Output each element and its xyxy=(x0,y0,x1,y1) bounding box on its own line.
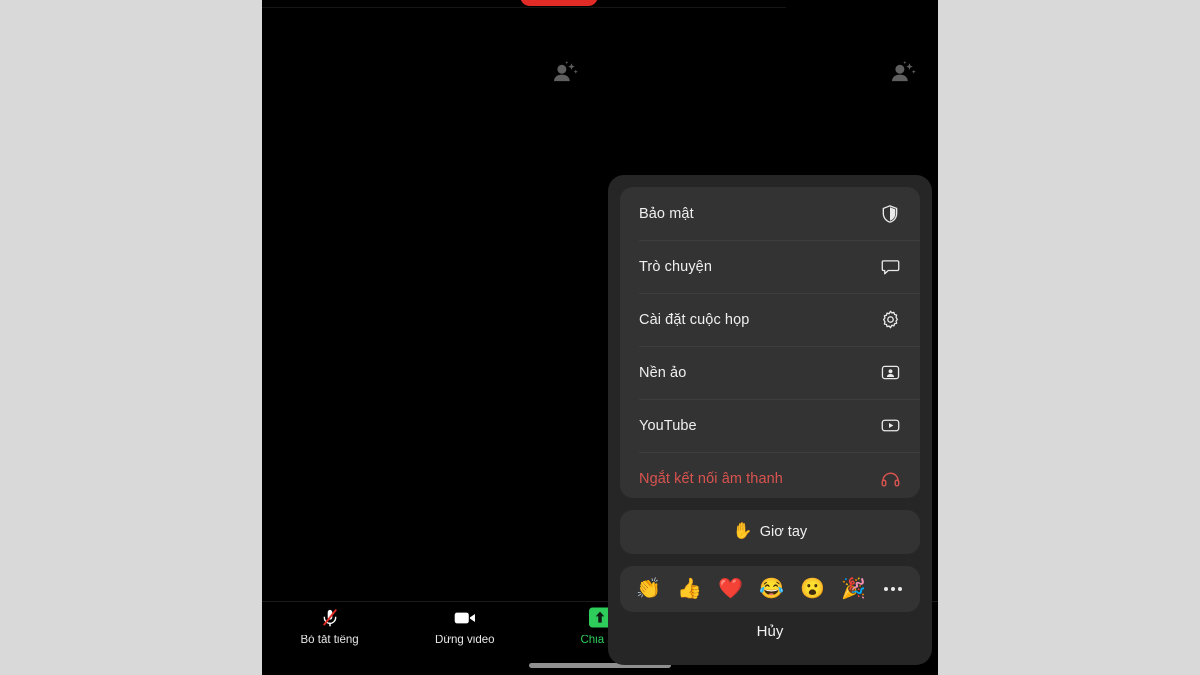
toolbar-item-unmute[interactable]: Bỏ tắt tiếng xyxy=(282,606,378,647)
menu-item-label: Bảo mật xyxy=(639,205,694,222)
more-options-action-sheet: Bảo mật Trò chuyện Cài đặt cuộc họp Nền … xyxy=(608,175,932,665)
person-frame-icon xyxy=(879,362,901,384)
top-bar-divider xyxy=(262,7,786,8)
shield-icon xyxy=(879,203,901,225)
toolbar-item-stop-video[interactable]: Dừng video xyxy=(417,606,513,647)
menu-item-meeting-settings[interactable]: Cài đặt cuộc họp xyxy=(620,293,920,346)
party-emoji[interactable]: 🎉 xyxy=(841,579,866,599)
menu-item-virtual-background[interactable]: Nền ảo xyxy=(620,346,920,399)
screenshot-canvas: Bỏ tắt tiếng Dừng video Chia sẻ Bảo mật … xyxy=(0,0,1200,675)
more-reactions-icon[interactable] xyxy=(882,587,904,591)
youtube-play-icon xyxy=(879,415,901,437)
add-person-sparkle-icon[interactable] xyxy=(888,58,918,88)
chat-bubble-icon xyxy=(879,256,901,278)
menu-item-security[interactable]: Bảo mật xyxy=(620,187,920,240)
clap-emoji[interactable]: 👏 xyxy=(636,579,661,599)
cancel-label: Hủy xyxy=(756,623,784,640)
cancel-button[interactable]: Hủy xyxy=(620,612,920,665)
menu-item-youtube[interactable]: YouTube xyxy=(620,399,920,452)
toolbar-item-label: Dừng video xyxy=(435,635,495,646)
action-sheet-menu-card: Bảo mật Trò chuyện Cài đặt cuộc họp Nền … xyxy=(620,187,920,498)
menu-item-label: YouTube xyxy=(639,417,697,434)
leave-meeting-button[interactable] xyxy=(520,0,598,6)
phone-screen: Bỏ tắt tiếng Dừng video Chia sẻ Bảo mật … xyxy=(262,0,938,675)
raise-hand-button[interactable]: ✋ Giơ tay xyxy=(620,510,920,554)
open-mouth-emoji[interactable]: 😮 xyxy=(800,579,825,599)
menu-item-chat[interactable]: Trò chuyện xyxy=(620,240,920,293)
menu-item-disconnect-audio[interactable]: Ngắt kết nối âm thanh xyxy=(620,452,920,498)
raise-hand-label: Giơ tay xyxy=(759,524,808,540)
menu-item-label: Cài đặt cuộc họp xyxy=(639,311,750,328)
microphone-muted-icon xyxy=(319,606,341,630)
gear-icon xyxy=(879,309,901,331)
raised-hand-emoji: ✋ xyxy=(732,523,753,540)
menu-item-label: Ngắt kết nối âm thanh xyxy=(639,470,783,487)
video-camera-icon xyxy=(452,606,478,630)
joy-emoji[interactable]: 😂 xyxy=(759,579,784,599)
reactions-bar: 👏 👍 ❤️ 😂 😮 🎉 xyxy=(620,566,920,612)
add-person-sparkle-icon[interactable] xyxy=(550,58,580,88)
thumbs-up-emoji[interactable]: 👍 xyxy=(677,579,702,599)
audio-disconnect-icon xyxy=(879,468,901,490)
toolbar-item-label: Bỏ tắt tiếng xyxy=(300,635,359,646)
menu-item-label: Trò chuyện xyxy=(639,258,712,275)
heart-emoji[interactable]: ❤️ xyxy=(718,579,743,599)
menu-item-label: Nền ảo xyxy=(639,364,687,381)
